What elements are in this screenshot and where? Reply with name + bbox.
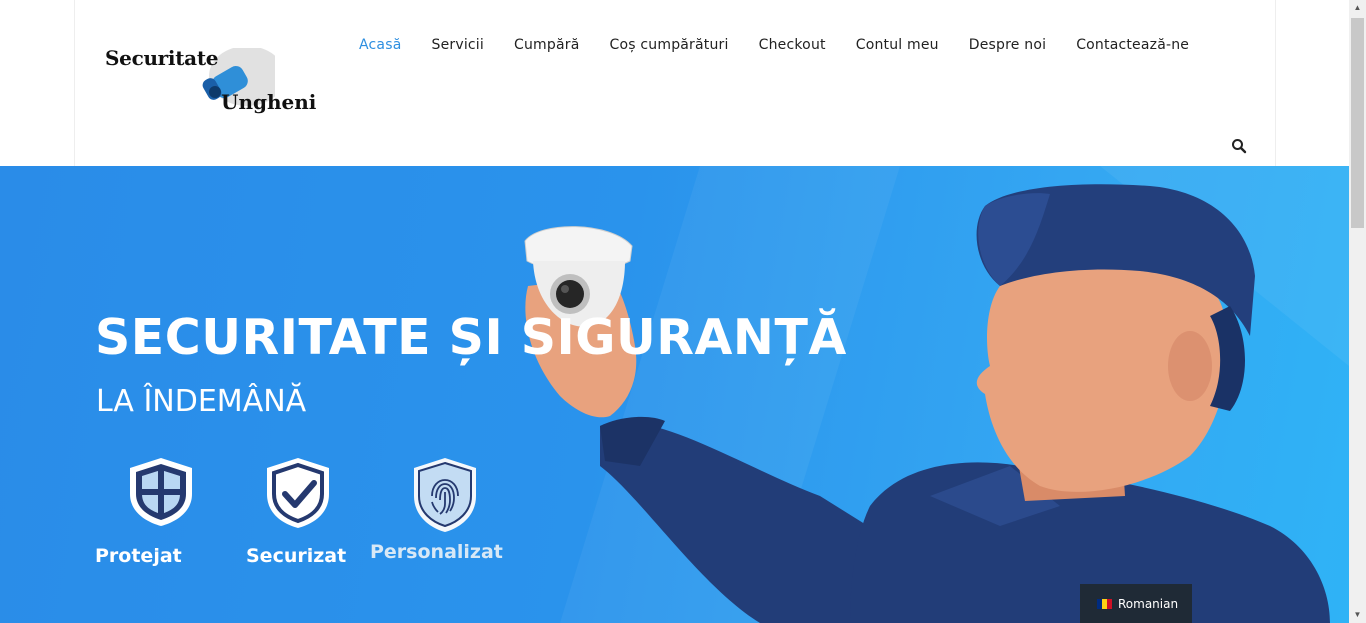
site-logo[interactable]: Securitate Ungheni bbox=[105, 40, 335, 120]
feature-label-securizat: Securizat bbox=[246, 545, 347, 567]
language-switcher[interactable]: Romanian bbox=[1080, 584, 1192, 623]
shield-check-icon bbox=[267, 458, 329, 528]
main-navigation: Acasă Servicii Cumpără Coș cumpărături C… bbox=[359, 37, 1219, 53]
feature-personalizat: Personalizat bbox=[370, 456, 503, 563]
nav-item-servicii[interactable]: Servicii bbox=[431, 37, 484, 53]
language-label: Romanian bbox=[1118, 596, 1179, 611]
nav-item-contacteaza-ne[interactable]: Contactează-ne bbox=[1076, 37, 1189, 53]
hero-banner: SECURITATE ȘI SIGURANȚĂ LA ÎNDEMÂNĂ Prot… bbox=[0, 166, 1349, 623]
nav-item-despre-noi[interactable]: Despre noi bbox=[969, 37, 1046, 53]
nav-item-contul-meu[interactable]: Contul meu bbox=[856, 37, 939, 53]
nav-item-cos-cumparaturi[interactable]: Coș cumpărături bbox=[610, 37, 729, 53]
scrollbar-thumb[interactable] bbox=[1351, 18, 1364, 228]
romania-flag-icon bbox=[1097, 598, 1112, 609]
nav-item-cumpara[interactable]: Cumpără bbox=[514, 37, 580, 53]
logo-text-line2: Ungheni bbox=[221, 90, 317, 114]
nav-item-acasa[interactable]: Acasă bbox=[359, 37, 401, 53]
feature-protejat: Protejat bbox=[95, 456, 207, 567]
feature-securizat: Securizat bbox=[246, 456, 346, 567]
feature-label-protejat: Protejat bbox=[95, 545, 182, 567]
logo-text-line1: Securitate bbox=[105, 46, 219, 70]
shield-fingerprint-icon bbox=[414, 458, 476, 532]
site-header: Securitate Ungheni Acasă Servicii Cumpăr… bbox=[74, 0, 1276, 166]
hero-subtitle: LA ÎNDEMÂNĂ bbox=[96, 384, 307, 419]
hero-title: SECURITATE ȘI SIGURANȚĂ bbox=[95, 309, 847, 366]
shield-grid-icon bbox=[130, 458, 192, 526]
scroll-up-arrow-icon[interactable]: ▲ bbox=[1349, 0, 1366, 16]
search-icon bbox=[1232, 139, 1247, 154]
nav-item-checkout[interactable]: Checkout bbox=[759, 37, 826, 53]
scroll-down-arrow-icon[interactable]: ▼ bbox=[1349, 607, 1366, 623]
page-scrollbar[interactable]: ▲ ▼ bbox=[1349, 0, 1366, 623]
feature-label-personalizat: Personalizat bbox=[370, 541, 503, 563]
search-button[interactable] bbox=[1231, 138, 1247, 154]
